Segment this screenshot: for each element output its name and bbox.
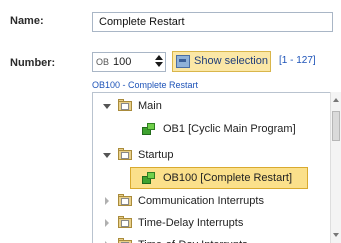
spin-up-icon[interactable] — [155, 55, 163, 60]
expand-arrow-icon[interactable] — [105, 219, 109, 227]
block-tree[interactable]: Main OB1 [Cyclic Main Program] Startup O… — [92, 92, 341, 243]
tree-item-ob100[interactable]: OB100 [Complete Restart] — [130, 167, 308, 189]
tree-item-label: Communication Interrupts — [138, 195, 264, 207]
number-spinner[interactable] — [155, 54, 163, 70]
number-value: 100 — [113, 56, 132, 68]
tree-item-label: Startup — [138, 149, 174, 161]
collapse-arrow-icon[interactable] — [103, 153, 111, 158]
show-selection-button[interactable]: Show selection — [172, 51, 271, 72]
number-label: Number: — [10, 57, 56, 69]
tree-item-communication-interrupts[interactable]: Communication Interrupts — [93, 191, 323, 211]
tree-item-main[interactable]: Main — [93, 96, 323, 116]
tree-item-label: OB100 [Complete Restart] — [163, 172, 293, 184]
show-selection-label: Show selection — [194, 55, 268, 67]
tree-item-label: Main — [138, 100, 162, 112]
tree-item-time-delay-interrupts[interactable]: Time-Delay Interrupts — [93, 213, 323, 233]
selected-path-link[interactable]: OB100 - Complete Restart — [92, 80, 198, 90]
scroll-down-icon[interactable] — [333, 233, 339, 237]
expand-arrow-icon[interactable] — [105, 197, 109, 205]
number-range: [1 - 127] — [279, 55, 316, 66]
folder-icon — [118, 148, 132, 160]
name-field[interactable]: Complete Restart — [92, 12, 333, 32]
scroll-up-icon[interactable] — [333, 98, 339, 102]
tree-item-label: Time-of-Day Interrupts — [138, 235, 248, 243]
tree-item-startup[interactable]: Startup — [93, 145, 323, 165]
folder-icon — [118, 99, 132, 111]
number-prefix: OB — [96, 57, 110, 67]
tree-item-label: Time-Delay Interrupts — [138, 217, 244, 229]
spin-down-icon[interactable] — [155, 62, 163, 67]
collapse-arrow-icon[interactable] — [103, 104, 111, 109]
organization-block-icon — [141, 171, 156, 185]
scroll-thumb[interactable] — [332, 111, 340, 141]
number-field[interactable]: OB 100 — [92, 52, 166, 72]
organization-block-icon — [141, 122, 156, 136]
tree-scrollbar[interactable] — [330, 92, 341, 243]
name-label: Name: — [10, 15, 44, 27]
show-selection-icon — [176, 55, 190, 68]
folder-icon — [118, 238, 132, 243]
tree-item-time-of-day-interrupts[interactable]: Time-of-Day Interrupts — [93, 235, 323, 243]
folder-icon — [118, 216, 132, 228]
folder-icon — [118, 194, 132, 206]
tree-item-label: OB1 [Cyclic Main Program] — [163, 123, 296, 135]
tree-item-ob1[interactable]: OB1 [Cyclic Main Program] — [93, 119, 323, 139]
